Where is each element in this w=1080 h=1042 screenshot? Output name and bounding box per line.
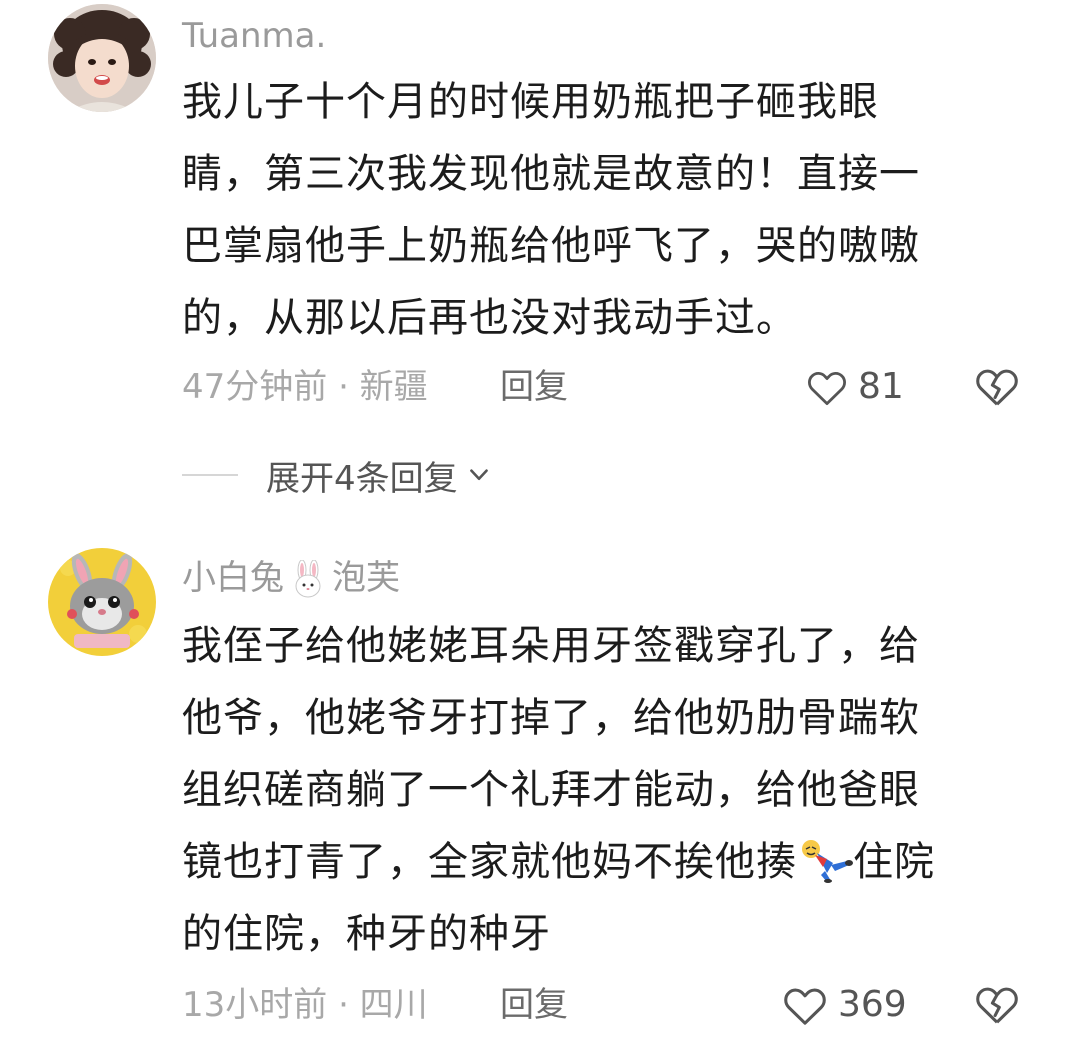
time-location: 47分钟前 · 新疆 bbox=[182, 367, 428, 407]
rabbit-icon bbox=[288, 559, 328, 600]
username[interactable]: 小白兔 泡芙 bbox=[182, 558, 400, 600]
broken-heart-icon bbox=[976, 987, 1018, 1024]
like-count: 81 bbox=[858, 366, 904, 407]
chevron-down-icon bbox=[469, 469, 488, 481]
comment-text-line: 巴掌扇他手上奶瓶给他呼飞了，哭的嗷嗷 bbox=[182, 223, 920, 269]
dislike-button[interactable] bbox=[974, 364, 1020, 410]
heart-outline-icon bbox=[808, 371, 846, 406]
expand-replies-label: 展开4条回复 bbox=[266, 458, 458, 499]
comment-text: 我侄子给他姥姥耳朵用牙签戳穿孔了，给 他爷，他姥爷牙打掉了，给他奶肋骨踹软 组织… bbox=[182, 610, 1002, 970]
expand-replies-row: 展开4条回复 bbox=[182, 450, 492, 500]
comment-meta: 47分钟前 · 新疆 回复 81 bbox=[182, 362, 1080, 412]
reply-button[interactable]: 回复 bbox=[500, 362, 568, 412]
time-location: 13小时前 · 四川 bbox=[182, 985, 428, 1025]
expand-replies-button[interactable]: 展开4条回复 bbox=[266, 451, 492, 500]
comment-text-line: 睛，第三次我发现他就是故意的！直接一 bbox=[182, 151, 920, 197]
reply-button[interactable]: 回复 bbox=[500, 980, 568, 1030]
username-part: 泡芙 bbox=[332, 558, 400, 598]
comment-text: 我儿子十个月的时候用奶瓶把子砸我眼 睛，第三次我发现他就是故意的！直接一 巴掌扇… bbox=[182, 66, 1002, 354]
username[interactable]: Tuanma. bbox=[182, 16, 326, 56]
dislike-button[interactable] bbox=[974, 982, 1020, 1028]
like-count: 369 bbox=[838, 984, 907, 1025]
comment-meta: 13小时前 · 四川 回复 369 bbox=[182, 980, 1080, 1030]
comment-text-line: 我儿子十个月的时候用奶瓶把子砸我眼 bbox=[182, 79, 879, 125]
fallen-person-emoji-icon bbox=[797, 834, 853, 883]
avatar[interactable] bbox=[48, 548, 156, 656]
like-button[interactable]: 81 bbox=[806, 362, 904, 412]
comment-text-line: 的，从那以后再也没对我动手过。 bbox=[182, 295, 797, 341]
divider bbox=[182, 474, 238, 476]
heart-outline-icon bbox=[784, 988, 826, 1025]
comment-text-segment: 镜也打青了，全家就他妈不挨他揍 bbox=[182, 839, 797, 885]
avatar[interactable] bbox=[48, 4, 156, 112]
comment-text-line: 的住院，种牙的种牙 bbox=[182, 911, 551, 957]
comment-text-line: 镜也打青了，全家就他妈不挨他揍 住院 bbox=[182, 826, 1002, 898]
broken-heart-icon bbox=[976, 369, 1018, 406]
username-part: 小白兔 bbox=[182, 558, 284, 598]
comment-text-line: 组织磋商躺了一个礼拜才能动，给他爸眼 bbox=[182, 767, 920, 813]
comment-text-segment: 住院 bbox=[853, 839, 935, 885]
like-button[interactable]: 369 bbox=[782, 980, 907, 1030]
comment-text-line: 我侄子给他姥姥耳朵用牙签戳穿孔了，给 bbox=[182, 623, 920, 669]
comment-text-line: 他爷，他姥爷牙打掉了，给他奶肋骨踹软 bbox=[182, 695, 920, 741]
